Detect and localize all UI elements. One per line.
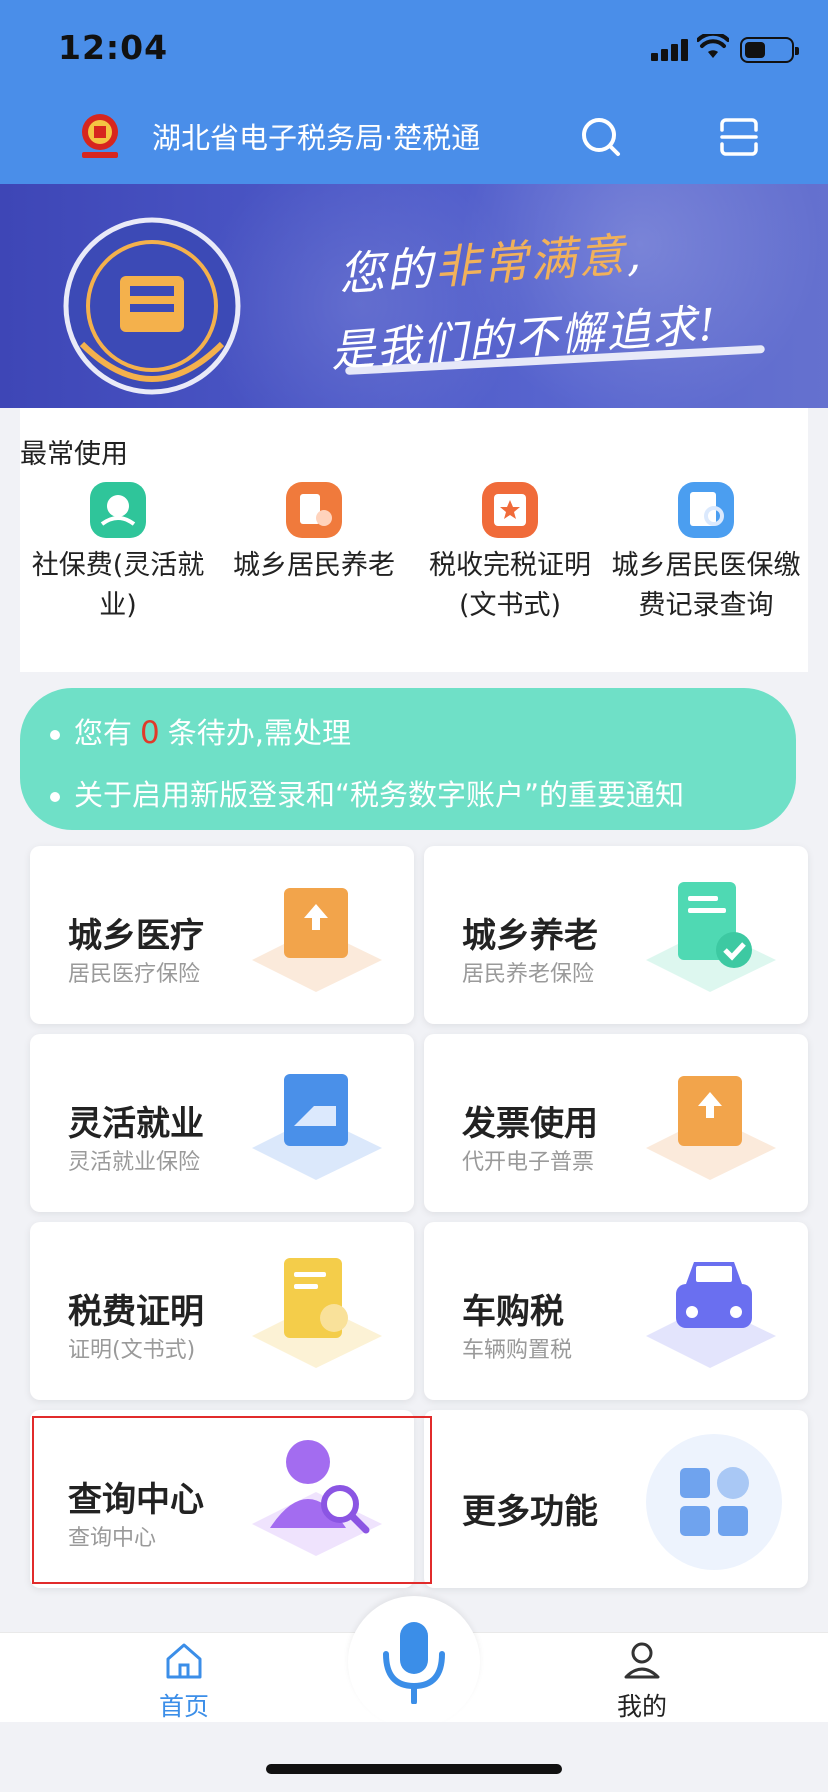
social-insurance-icon: [90, 482, 146, 538]
most-used-item-pension[interactable]: 城乡居民养老: [216, 482, 412, 586]
service-card-vehicle-purchase-tax[interactable]: 车购税 车辆购置税: [424, 1222, 808, 1400]
most-used-item-social-insurance[interactable]: 社保费(灵活就业): [20, 482, 216, 626]
folder-icon: [252, 1074, 382, 1180]
microphone-icon[interactable]: [376, 1614, 452, 1704]
query-center-highlight-box: [32, 1416, 432, 1584]
tab-home-label: 首页: [158, 1692, 209, 1721]
card-subtitle: 居民养老保险: [462, 962, 595, 987]
cellular-signal-icon: [651, 39, 689, 61]
upload-folder-icon: [252, 888, 382, 992]
tax-slogan-badge: [63, 217, 241, 395]
tax-emblem-logo: [82, 114, 118, 158]
card-subtitle: 居民医疗保险: [68, 962, 201, 987]
most-used-label: 社保费(灵活就业): [31, 550, 205, 621]
card-subtitle: 代开电子普票: [462, 1150, 595, 1175]
tab-mine[interactable]: 我的: [582, 1639, 702, 1723]
car-icon: [646, 1262, 776, 1368]
battery-icon: [740, 37, 799, 63]
service-card-urban-rural-pension[interactable]: 城乡养老 居民养老保险: [424, 846, 808, 1024]
card-subtitle: 车辆购置税: [462, 1338, 573, 1363]
service-card-tax-certificate[interactable]: 税费证明 证明(文书式): [30, 1222, 414, 1400]
promo-banner[interactable]: 您的非常满意, 是我们的不懈追求!: [0, 184, 828, 408]
card-title: 城乡医疗: [68, 916, 204, 956]
certificate-icon: [252, 1258, 382, 1368]
card-title: 发票使用: [462, 1104, 598, 1144]
grid-icon: [646, 1434, 782, 1570]
search-icon[interactable]: [576, 112, 626, 162]
announcement-notice[interactable]: 关于启用新版登录和“税务数字账户”的重要通知: [50, 772, 770, 814]
service-card-more-functions[interactable]: 更多功能: [424, 1410, 808, 1588]
most-used-label: 城乡居民养老: [233, 550, 395, 581]
most-used-section: 最常使用 社保费(灵活就业) 城乡居民养老 税收完税证明(文书式) 城乡居民医保…: [20, 408, 808, 672]
service-card-urban-rural-medical[interactable]: 城乡医疗 居民医疗保险: [30, 846, 414, 1024]
scan-icon[interactable]: [714, 112, 764, 162]
card-title: 车购税: [462, 1292, 564, 1332]
card-title: 税费证明: [68, 1292, 204, 1332]
tab-home[interactable]: 首页: [124, 1639, 244, 1723]
most-used-item-tax-certificate[interactable]: 税收完税证明(文书式): [412, 482, 608, 626]
status-time: 12:04: [58, 28, 169, 67]
service-card-invoice-usage[interactable]: 发票使用 代开电子普票: [424, 1034, 808, 1212]
app-screen: 12:04 湖北省电子税务局·楚税通 您的非常满意, 是我们的不懈追求! 最常使…: [0, 0, 828, 1792]
home-indicator[interactable]: [266, 1764, 562, 1774]
document-check-icon: [646, 882, 776, 992]
status-bar: 12:04: [0, 0, 828, 96]
card-title: 灵活就业: [68, 1104, 204, 1144]
upload-folder-icon: [646, 1076, 776, 1180]
notice-panel[interactable]: 您有 0 条待办,需处理 关于启用新版登录和“税务数字账户”的重要通知: [20, 688, 796, 830]
user-icon: [624, 1642, 660, 1679]
medical-record-query-icon: [678, 482, 734, 538]
home-icon: [166, 1643, 202, 1679]
most-used-label: 税收完税证明(文书式): [429, 550, 591, 621]
app-header: 湖北省电子税务局·楚税通: [0, 96, 828, 184]
tax-certificate-icon: [482, 482, 538, 538]
app-title: 湖北省电子税务局·楚税通: [152, 121, 481, 155]
wifi-icon: [697, 34, 729, 58]
most-used-title: 最常使用: [20, 439, 128, 470]
card-title: 城乡养老: [462, 916, 598, 956]
home-indicator-area: [0, 1722, 828, 1792]
most-used-item-medical-query[interactable]: 城乡居民医保缴费记录查询: [608, 482, 804, 626]
most-used-label: 城乡居民医保缴费记录查询: [611, 550, 801, 621]
todo-count: 0: [140, 715, 160, 751]
todo-notice[interactable]: 您有 0 条待办,需处理: [50, 710, 351, 752]
card-title: 更多功能: [462, 1492, 598, 1532]
tab-mine-label: 我的: [616, 1692, 667, 1721]
card-subtitle: 灵活就业保险: [68, 1150, 201, 1175]
card-subtitle: 证明(文书式): [68, 1338, 196, 1363]
service-card-flexible-employment[interactable]: 灵活就业 灵活就业保险: [30, 1034, 414, 1212]
pension-icon: [286, 482, 342, 538]
